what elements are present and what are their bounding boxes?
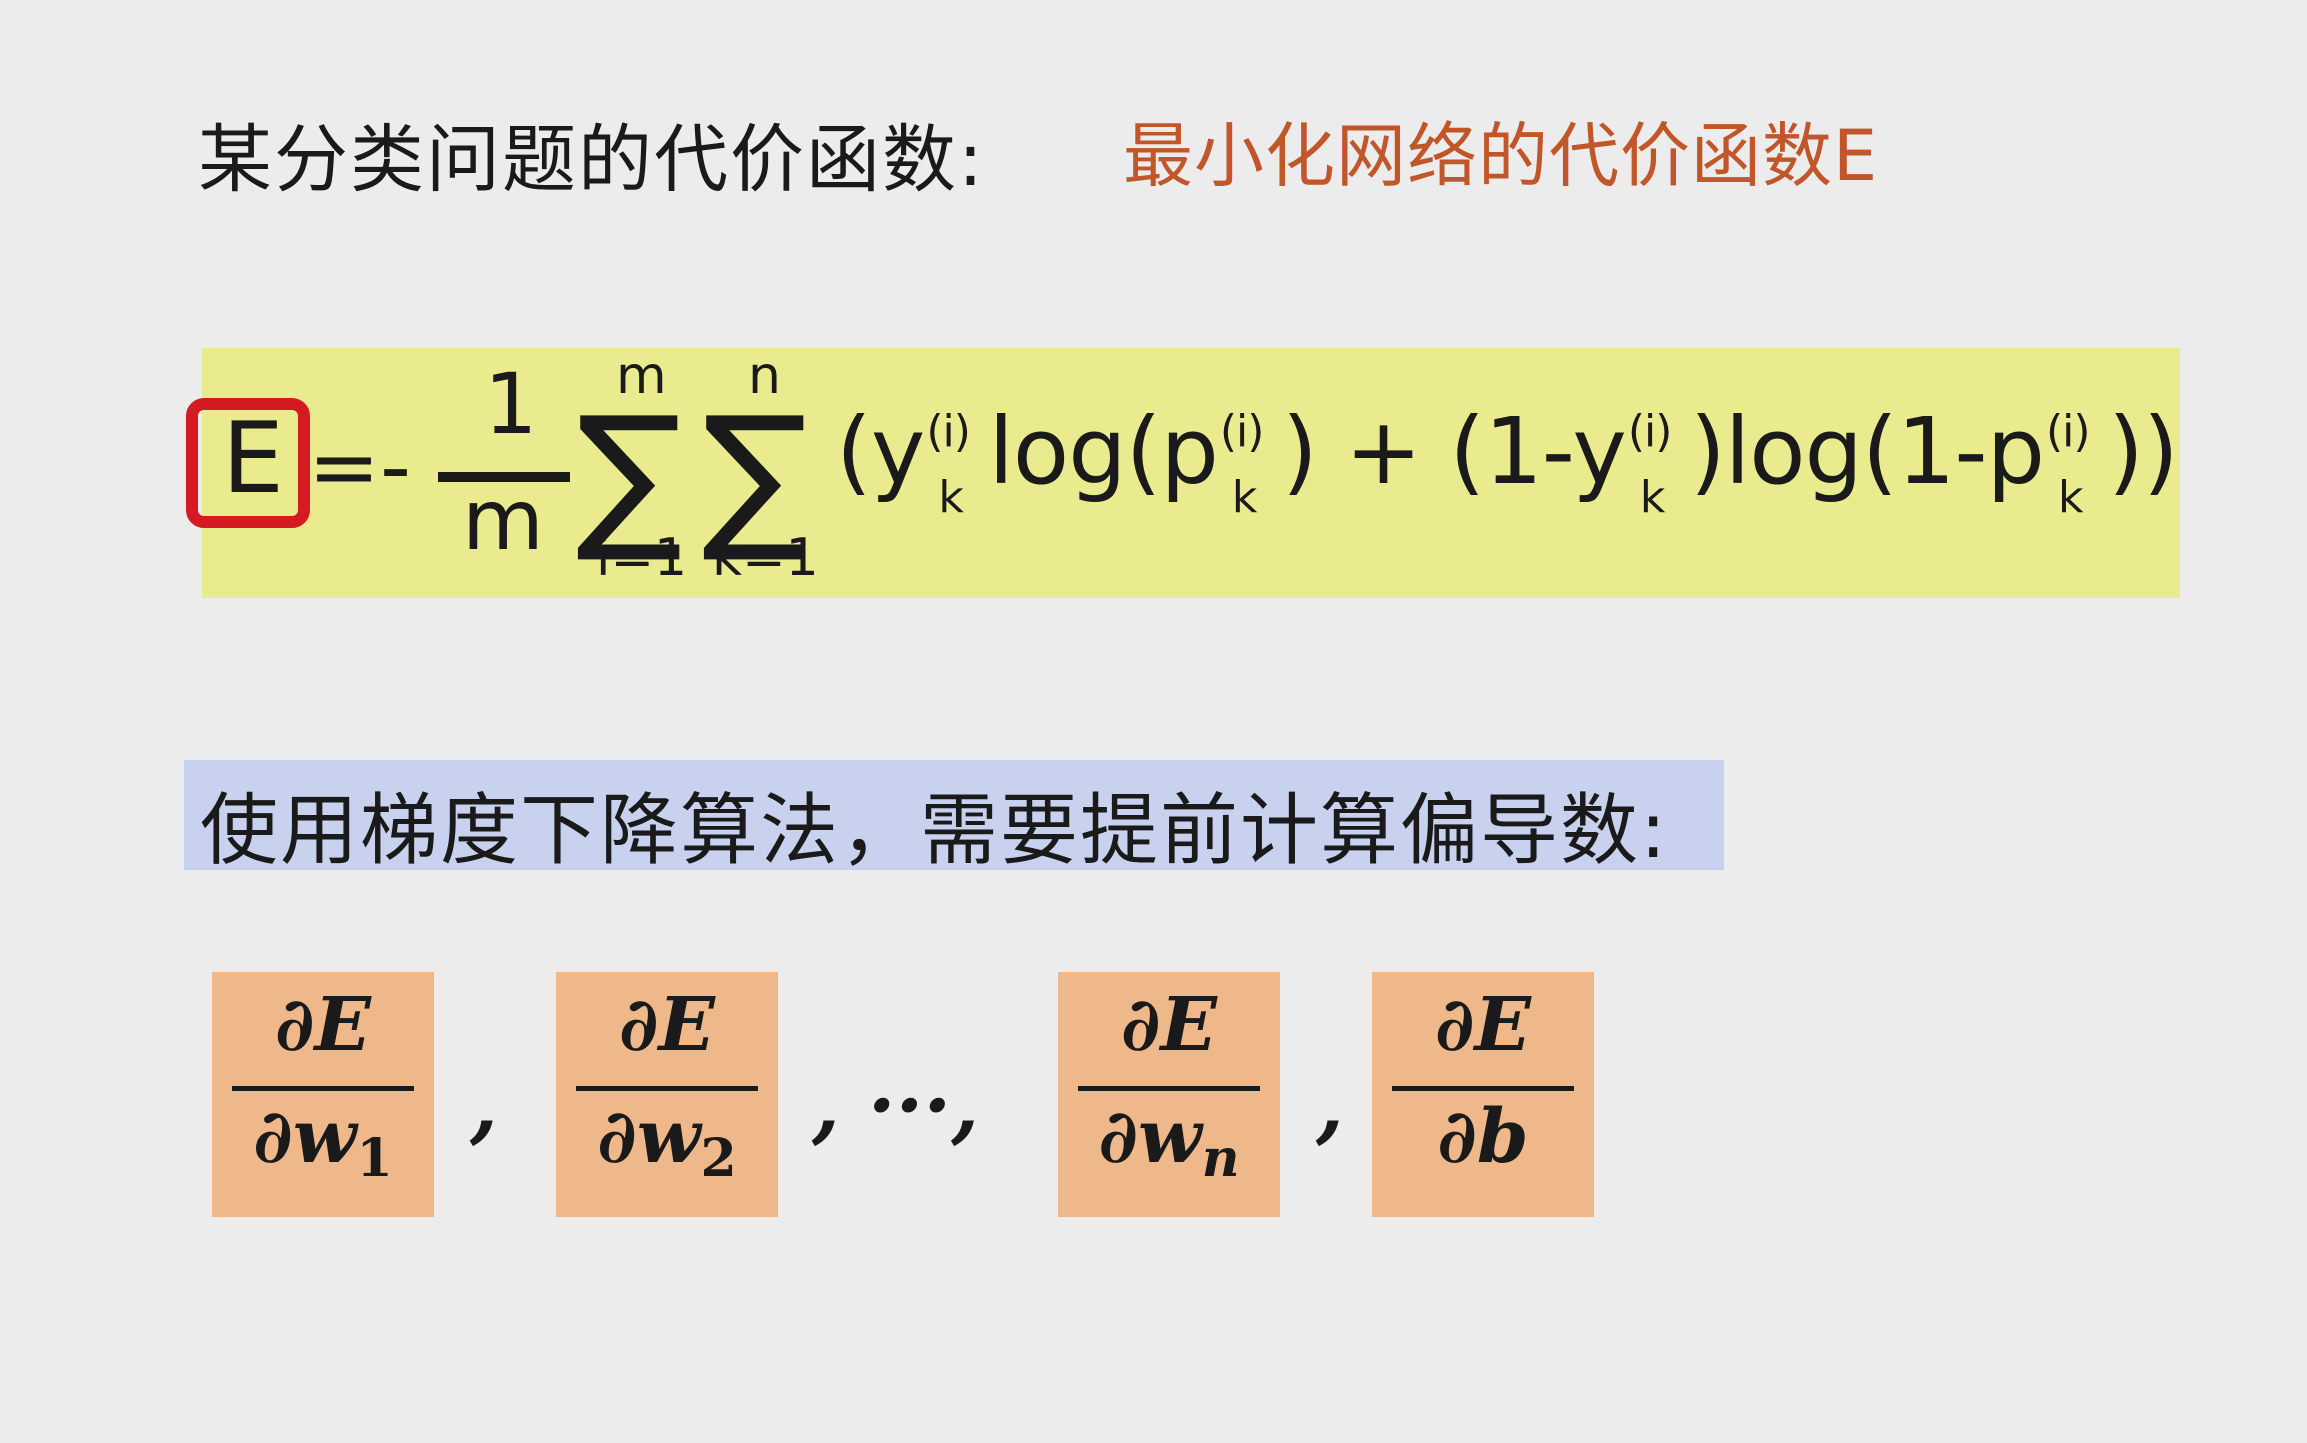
fraction-numerator: 1 [484, 355, 538, 453]
y-indices: (i) k [924, 406, 988, 520]
partial-w: w [1138, 1094, 1202, 1180]
expr-part-log-p: log(p [988, 398, 1219, 505]
expr-part-close: )) [2107, 398, 2179, 505]
partial-bar [232, 1086, 414, 1091]
y-superscript: (i) [926, 406, 971, 457]
partial-numerator: ∂E [275, 982, 371, 1068]
slide-title-accent: 最小化网络的代价函数E [1123, 115, 1879, 197]
partial-w: w [636, 1094, 701, 1180]
partial-denominator: ∂w1 [212, 1100, 434, 1185]
expr-part-one-minus-y: ) + (1-y [1281, 398, 1627, 505]
partial-dE-dwn: ∂E ∂wn [1058, 972, 1280, 1217]
separator-ellipsis: , ···, [812, 1058, 980, 1152]
expr-part-log-one-minus-p: )log(1-p [1689, 398, 2045, 505]
subtitle: 使用梯度下降算法，需要提前计算偏导数: [200, 786, 1669, 876]
separator-comma: , [1316, 1058, 1344, 1152]
partial-bar [1392, 1086, 1574, 1091]
sum-k-lower-limit: k=1 [712, 528, 819, 588]
cost-symbol: E [222, 402, 284, 516]
p2-superscript: (i) [2045, 406, 2091, 457]
partial-numerator: ∂E [1121, 982, 1217, 1068]
y2-indices: (i) k [1626, 406, 1690, 520]
partial-denominator: ∂b [1437, 1094, 1529, 1180]
slide-title: 某分类问题的代价函数: [198, 117, 985, 203]
title-row: 某分类问题的代价函数: 最小化网络的代价函数E [198, 100, 1877, 210]
partial-denominator: ∂wn [1058, 1100, 1280, 1185]
p-indices: (i) k [1218, 406, 1282, 520]
partial-d: ∂ [1098, 1094, 1138, 1180]
partial-dE-db: ∂E ∂b [1372, 972, 1594, 1217]
sum-i-upper-limit: m [616, 346, 667, 406]
partial-bar [1078, 1086, 1260, 1091]
partial-w-subscript: 2 [700, 1128, 737, 1189]
equals-minus: =- [308, 417, 412, 517]
fraction-denominator: m [462, 471, 544, 569]
partial-denominator: ∂w2 [556, 1100, 778, 1185]
separator-comma: , [470, 1058, 498, 1152]
partial-w-subscript: n [1201, 1128, 1240, 1189]
p-superscript: (i) [1219, 406, 1265, 457]
sum-k-upper-limit: n [748, 346, 781, 406]
partial-numerator: ∂E [619, 982, 715, 1068]
p-subscript: k [1231, 472, 1258, 523]
partial-w: w [292, 1094, 357, 1180]
partial-numerator: ∂E [1435, 982, 1531, 1068]
cross-entropy-expression: (y (i) k log(p (i) k) + (1-y (i) k)log(1-p (i) k)… [836, 406, 2179, 520]
partial-d: ∂ [597, 1094, 637, 1180]
partial-d: ∂ [253, 1094, 293, 1180]
partial-bar [576, 1086, 758, 1091]
y2-subscript: k [1639, 472, 1666, 523]
partial-dE-dw2: ∂E ∂w2 [556, 972, 778, 1217]
expr-part-y: (y [836, 398, 925, 505]
y2-superscript: (i) [1627, 406, 1673, 457]
p2-indices: (i) k [2044, 406, 2108, 520]
y-subscript: k [938, 472, 964, 523]
partial-dE-dw1: ∂E ∂w1 [212, 972, 434, 1217]
p2-subscript: k [2057, 472, 2084, 523]
sum-i-lower-limit: i=1 [596, 528, 688, 588]
partial-w-subscript: 1 [356, 1128, 393, 1189]
